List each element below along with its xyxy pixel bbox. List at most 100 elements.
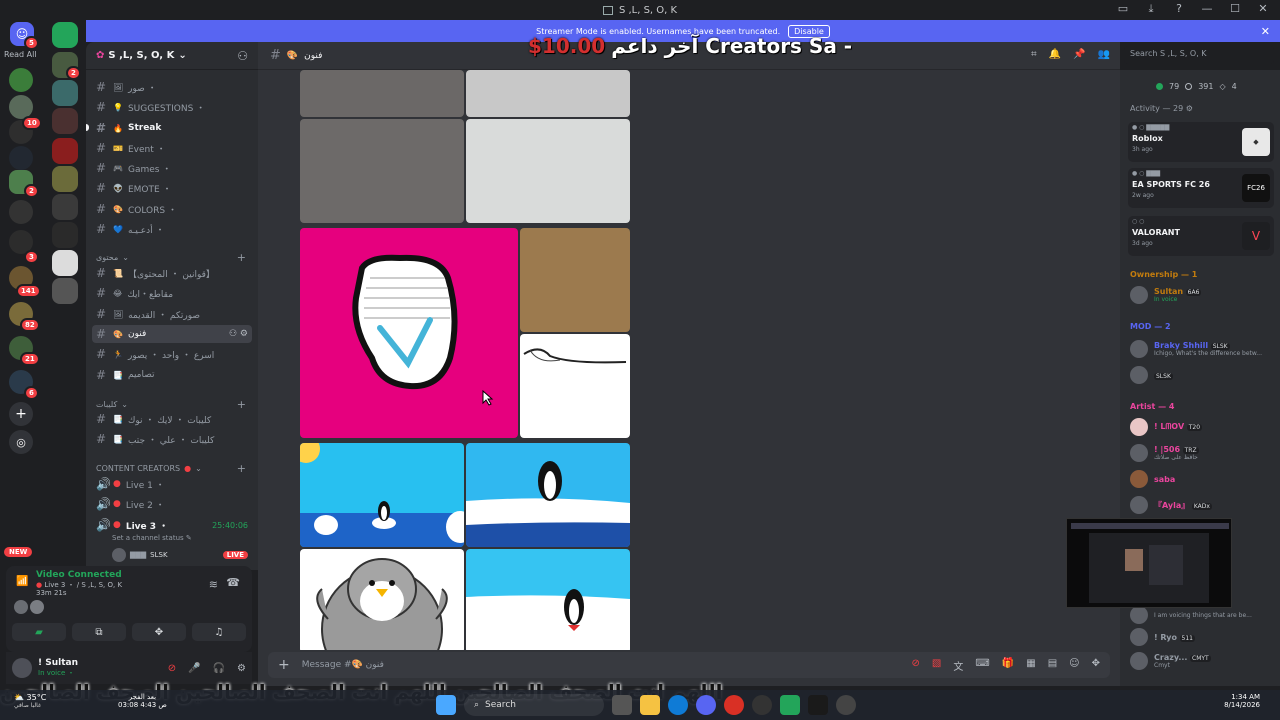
voice-user[interactable]: ▇▇▇ SLSK LIVE [112,548,248,562]
channel-item[interactable]: # 💡 SUGGESTIONS ・ [92,98,252,116]
member-item[interactable]: saba [1130,468,1276,490]
stream-preview[interactable] [1066,518,1232,608]
member-item[interactable]: ! |506 TRZ حافظ على صلاتك [1130,442,1276,464]
attachment-image[interactable] [300,443,464,547]
members-icon[interactable]: 👥 [1098,49,1110,60]
message-input[interactable]: Message #🎨 فنون [302,660,384,670]
threads-icon[interactable]: ⌗ [1031,49,1037,60]
add-channel-icon[interactable]: + [237,251,246,264]
weather-widget[interactable]: ⛅ 35°C غالبا صافي [14,693,46,709]
channel-item[interactable]: # 🎫 Event ・ [92,139,252,157]
server-folder[interactable] [52,22,78,48]
add-server-button[interactable]: + [9,402,33,426]
server-header[interactable]: ✿ S ,L, S, O, K ⌄ ⚇ [86,42,258,70]
server-icon[interactable] [52,166,78,192]
obs-icon[interactable] [752,695,772,715]
noise-suppression-icon[interactable]: ≋ [209,578,218,591]
channel-item[interactable]: # 🎮 Games ・ [92,159,252,177]
gear-icon[interactable]: ⚙ [237,663,246,674]
windows-start-icon[interactable] [436,695,456,715]
server-icon[interactable] [9,68,33,92]
discord-taskbar-icon[interactable] [696,695,716,715]
nitro-icon[interactable]: ▧ [932,658,941,673]
channel-item[interactable]: # 📑 كليبات ・ علي ・ جتب [92,430,252,448]
channel-item[interactable]: # 💙 أدعـيـه ・ [92,220,252,238]
taskbar-clock[interactable]: 1:34 AM 8/14/2026 [1224,693,1260,709]
member-item[interactable]: Sultan 6A6 In voice [1130,284,1276,306]
user-info[interactable]: ! Sultan In voice ・ [38,658,78,678]
read-all-button[interactable]: Read All [4,50,37,59]
member-item[interactable]: ! Ryo 511 [1130,626,1276,648]
invite-icon[interactable]: ⚇ [237,49,248,63]
camera-off-icon[interactable]: ⊘ [168,663,176,674]
attachment-image[interactable] [300,119,464,223]
app-icon[interactable] [780,695,800,715]
attachment-image[interactable] [466,443,630,547]
headphones-icon[interactable]: 🎧 [213,663,225,674]
edge-icon[interactable] [668,695,688,715]
app-icon[interactable]: ⌨ [975,658,989,673]
attachment-image[interactable] [520,228,630,332]
activity-card[interactable]: ● ○ ▇▇▇ EA SPORTS FC 26 2w ago FC26 [1128,168,1274,208]
channel-item[interactable]: # 🏃 اسرع ・ واحد ・ يصور [92,345,252,363]
channel-item[interactable]: # 📜 【قوانين ・ المحتوى】 [92,264,252,282]
steam-icon[interactable] [808,695,828,715]
channel-item[interactable]: # 📑 تصاميم [92,366,252,384]
chrome-icon[interactable] [724,695,744,715]
attachment-image[interactable] [466,549,630,650]
server-icon[interactable] [52,80,78,106]
soundboard-button[interactable]: ♫ [192,623,246,641]
avatar[interactable] [14,600,28,614]
activity-card[interactable]: ○ ○ VALORANT 3d ago V [1128,216,1274,256]
voice-status-prompt[interactable]: Set a channel status ✎ [112,534,192,542]
attachment-image[interactable] [466,119,630,223]
gift-icon[interactable]: 🎁 [1002,658,1014,673]
channel-item[interactable]: # 📑 كليبات ・ لايك ・ نوك [92,410,252,428]
server-icon[interactable] [52,278,78,304]
channel-item-selected[interactable]: # 🎨 فنون ⚇ ⚙ [92,325,252,343]
help-icon[interactable]: ? [1172,2,1186,16]
translate-icon[interactable]: 文 [953,658,963,673]
apps-icon[interactable]: ✥ [1092,658,1100,673]
disconnect-icon[interactable]: ☎ [226,576,240,589]
message-list[interactable] [258,70,1120,650]
gif-icon[interactable]: ▦ [1026,658,1035,673]
screen-share-button[interactable]: ⧉ [72,623,126,641]
camera-button[interactable]: ▰ [12,623,66,641]
microphone-icon[interactable]: 🎤 [188,663,200,674]
emoji-icon[interactable]: ☺ [1069,658,1079,673]
server-icon[interactable] [9,146,33,170]
channel-item-streak[interactable]: # 🔥 Streak [92,119,252,137]
settings-icon[interactable] [836,695,856,715]
category-content[interactable]: محتوى ⌄ + [96,251,246,264]
activity-card[interactable]: ● ○ ▇▇▇▇▇ Roblox 3h ago ◆ [1128,122,1274,162]
server-icon[interactable] [9,200,33,224]
sticker-icon[interactable]: ▤ [1048,658,1057,673]
close-banner-icon[interactable]: ✕ [1261,25,1270,38]
voice-channel-active[interactable]: 🔊 ● Live 3 ・ 25:40:06 [92,516,252,534]
mute-notify-icon[interactable]: ⊘ [912,658,920,673]
member-item[interactable]: Crazy... CMYT Cmyt [1130,650,1276,672]
member-item[interactable]: Braky Shhill SLSK Ichigo, What's the dif… [1130,338,1276,360]
search-input[interactable]: Search S ,L, S, O, K [1124,46,1274,64]
bell-icon[interactable]: 🔔 [1049,49,1061,60]
member-item[interactable]: ! ᒪᗰOᐯ T20 [1130,416,1276,438]
channel-item[interactable]: # 🖼 صورتكم ・ القديمه [92,305,252,323]
server-icon[interactable] [52,108,78,134]
download-icon[interactable]: ⤓ [1144,2,1158,16]
inbox-icon[interactable]: ▭ [1116,2,1130,16]
file-explorer-icon[interactable] [640,695,660,715]
attachment-image[interactable] [300,549,464,650]
voice-channel[interactable]: 🔊 ● Live 2 ・ [92,495,252,513]
taskbar-search[interactable]: ⌕ Search [464,694,604,716]
activities-button[interactable]: ✥ [132,623,186,641]
server-icon[interactable] [52,222,78,248]
channel-item[interactable]: # 🖼 صور ・ [92,78,252,96]
attachment-image[interactable] [520,334,630,438]
gear-icon[interactable]: ⚙ [1186,104,1193,113]
maximize-button[interactable]: ☐ [1228,2,1242,16]
prayer-widget[interactable]: بعد الفجر 03:08 4:43 ص [118,693,167,709]
avatar[interactable] [12,658,32,678]
attachment-image[interactable] [466,70,630,117]
add-attachment-icon[interactable]: + [278,657,290,673]
